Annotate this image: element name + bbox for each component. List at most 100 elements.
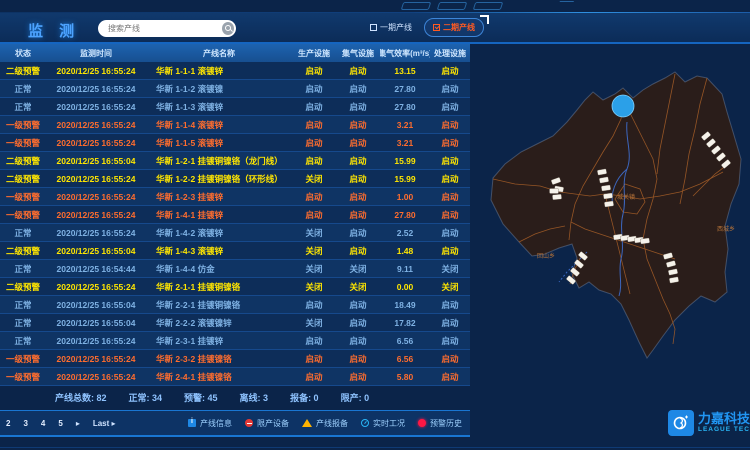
- page-button[interactable]: 5: [58, 419, 62, 428]
- page-button[interactable]: 4: [41, 419, 45, 428]
- cell-name: 华新 2-1-1 挂镀铜镍铬: [146, 278, 292, 295]
- cell-gas: 启动: [336, 350, 380, 367]
- pagination: 2 3 4 5 ▸ Last ▸: [0, 419, 116, 428]
- search-icon[interactable]: [222, 22, 234, 35]
- table-row[interactable]: 一级预警2020/12/25 16:55:24华新 2-3-2 挂镀镍铬启动启动…: [0, 350, 470, 368]
- footer-button-label: 限产设备: [257, 418, 289, 429]
- summary-bar: 产线总数: 82正常: 34预警: 45离线: 3报备: 0限产: 0: [0, 388, 470, 406]
- facility-marker[interactable]: [604, 201, 614, 207]
- table-row[interactable]: 一级预警2020/12/25 16:55:24华新 1-1-4 滚镀锌启动启动3…: [0, 116, 470, 134]
- cell-proc: 关闭: [430, 278, 470, 295]
- checkbox-icon[interactable]: [370, 24, 377, 31]
- cell-name: 华新 1-2-1 挂镀铜镍铬（龙门线）: [146, 152, 292, 169]
- cell-status: 一级预警: [0, 206, 46, 223]
- facility-marker[interactable]: [552, 194, 561, 200]
- cell-prod: 关闭: [292, 314, 336, 331]
- table-row[interactable]: 二级预警2020/12/25 16:55:04华新 1-4-3 滚镀锌关闭启动1…: [0, 242, 470, 260]
- page-button[interactable]: 2: [6, 419, 10, 428]
- cell-name: 华新 1-2-2 挂镀铜镍铬（环形线）: [146, 170, 292, 187]
- table-row[interactable]: 正常2020/12/25 16:55:24华新 1-1-2 滚镀镍启动启动27.…: [0, 80, 470, 98]
- cell-status: 正常: [0, 98, 46, 115]
- table-row[interactable]: 一级预警2020/12/25 16:55:24华新 1-4-1 挂镀锌启动启动2…: [0, 206, 470, 224]
- cell-status: 二级预警: [0, 170, 46, 187]
- phase1-checkbox[interactable]: 一期产线: [370, 22, 412, 33]
- search-input[interactable]: [98, 24, 222, 33]
- cell-status: 一级预警: [0, 350, 46, 367]
- facility-marker[interactable]: [603, 193, 613, 199]
- summary-item: 正常: 34: [129, 391, 163, 404]
- cell-proc: 启动: [430, 62, 470, 79]
- table-row[interactable]: 正常2020/12/25 16:55:24华新 1-4-2 滚镀锌关闭启动2.5…: [0, 224, 470, 242]
- cell-status: 正常: [0, 260, 46, 277]
- 产线报备-button[interactable]: 产线报备: [302, 418, 348, 429]
- cell-name: 华新 1-4-3 滚镀锌: [146, 242, 292, 259]
- logo-name: 力嘉科技: [698, 412, 750, 425]
- 实时工况-button[interactable]: 实时工况: [361, 418, 405, 429]
- page-title: 监 测: [28, 20, 80, 41]
- table-row[interactable]: 二级预警2020/12/25 16:55:24华新 1-1-1 滚镀锌启动启动1…: [0, 62, 470, 80]
- column-header: 集气设施: [336, 44, 380, 62]
- cell-eff: 6.56: [380, 332, 430, 349]
- district-map[interactable]: 回山乡城关镇西城乡: [470, 44, 750, 389]
- table-row[interactable]: 正常2020/12/25 16:55:04华新 2-2-1 挂镀铜镍铬启动启动1…: [0, 296, 470, 314]
- table-row[interactable]: 二级预警2020/12/25 16:55:24华新 2-1-1 挂镀铜镍铬关闭关…: [0, 278, 470, 296]
- table-row[interactable]: 正常2020/12/25 16:55:24华新 1-1-3 滚镀锌启动启动27.…: [0, 98, 470, 116]
- cell-prod: 启动: [292, 134, 336, 151]
- table-row[interactable]: 二级预警2020/12/25 16:55:04华新 1-2-1 挂镀铜镍铬（龙门…: [0, 152, 470, 170]
- facility-marker[interactable]: [550, 189, 559, 194]
- cell-time: 2020/12/25 16:55:24: [46, 62, 146, 79]
- cell-proc: 启动: [430, 134, 470, 151]
- table-row[interactable]: 正常2020/12/25 16:55:24华新 2-3-1 挂镀锌启动启动6.5…: [0, 332, 470, 350]
- cluster-marker[interactable]: [612, 95, 634, 117]
- last-page-button[interactable]: Last ▸: [93, 419, 116, 428]
- 限产设备-button[interactable]: 限产设备: [245, 418, 289, 429]
- cell-gas: 启动: [336, 98, 380, 115]
- cell-gas: 启动: [336, 80, 380, 97]
- info-icon: [188, 419, 196, 427]
- selection-corner: [480, 15, 489, 24]
- logo-icon: [668, 410, 694, 436]
- deco-shape: [437, 2, 468, 10]
- cell-status: 一级预警: [0, 134, 46, 151]
- cell-status: 一级预警: [0, 368, 46, 385]
- 预警历史-button[interactable]: 预警历史: [418, 418, 462, 429]
- table-row[interactable]: 一级预警2020/12/25 16:55:24华新 1-1-5 滚镀锌启动启动3…: [0, 134, 470, 152]
- cell-gas: 启动: [336, 170, 380, 187]
- cell-proc: 启动: [430, 224, 470, 241]
- facility-marker[interactable]: [640, 238, 650, 244]
- cell-time: 2020/12/25 16:55:24: [46, 368, 146, 385]
- cell-status: 二级预警: [0, 62, 46, 79]
- table-row[interactable]: 一级预警2020/12/25 16:55:24华新 2-4-1 挂镀镍铬启动启动…: [0, 368, 470, 386]
- cell-prod: 关闭: [292, 242, 336, 259]
- cell-time: 2020/12/25 16:55:04: [46, 314, 146, 331]
- cell-prod: 启动: [292, 116, 336, 133]
- deco-shape: [552, 1, 574, 11]
- table-row[interactable]: 一级预警2020/12/25 16:55:24华新 1-2-3 挂镀锌启动启动1…: [0, 188, 470, 206]
- cell-time: 2020/12/25 16:55:24: [46, 224, 146, 241]
- cell-status: 二级预警: [0, 242, 46, 259]
- table-row[interactable]: 二级预警2020/12/25 16:55:24华新 1-2-2 挂镀铜镍铬（环形…: [0, 170, 470, 188]
- facility-marker[interactable]: [601, 185, 611, 191]
- cell-name: 华新 1-1-5 滚镀锌: [146, 134, 292, 151]
- cell-status: 正常: [0, 296, 46, 313]
- page-button[interactable]: 3: [23, 419, 27, 428]
- gauge-icon: [361, 419, 369, 427]
- cell-proc: 关闭: [430, 260, 470, 277]
- summary-item: 预警: 45: [184, 391, 218, 404]
- 产线信息-button[interactable]: 产线信息: [188, 418, 232, 429]
- cell-eff: 2.52: [380, 224, 430, 241]
- cell-prod: 关闭: [292, 170, 336, 187]
- cell-time: 2020/12/25 16:55:24: [46, 116, 146, 133]
- table-row[interactable]: 正常2020/12/25 16:55:04华新 2-2-2 滚镀镍锌关闭启动17…: [0, 314, 470, 332]
- next-page-button[interactable]: ▸: [76, 419, 80, 428]
- cell-gas: 启动: [336, 368, 380, 385]
- phase2-button[interactable]: 二期产线: [424, 18, 484, 37]
- cell-gas: 启动: [336, 152, 380, 169]
- cell-eff: 13.15: [380, 62, 430, 79]
- cell-eff: 27.80: [380, 206, 430, 223]
- cell-eff: 3.21: [380, 134, 430, 151]
- deco-shape: [401, 2, 432, 10]
- table-row[interactable]: 正常2020/12/25 16:54:44华新 1-4-4 仿金关闭关闭9.11…: [0, 260, 470, 278]
- cell-prod: 关闭: [292, 224, 336, 241]
- map-panel[interactable]: 回山乡城关镇西城乡: [470, 44, 750, 450]
